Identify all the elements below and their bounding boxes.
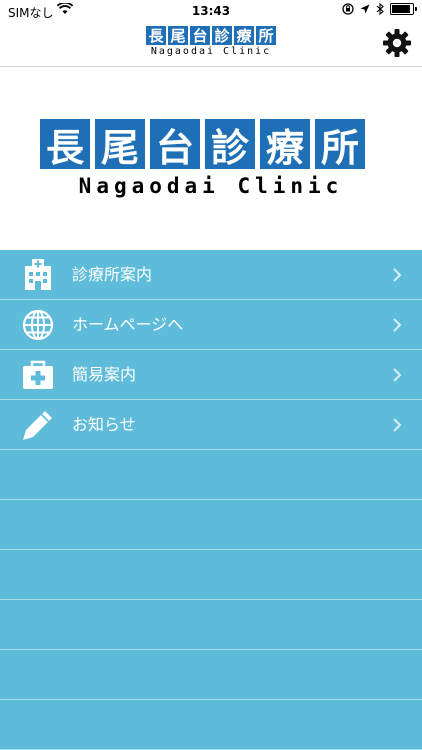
empty-row [0, 600, 422, 650]
globe-icon [22, 309, 54, 341]
chevron-right-icon [393, 268, 402, 282]
menu-item-label: 診療所案内 [72, 265, 153, 284]
empty-row [0, 700, 422, 750]
header-logo-char: 所 [256, 26, 276, 45]
menu-item-label: お知らせ [72, 415, 136, 434]
header-logo-char: 診 [212, 26, 232, 45]
nav-bar: 長 尾 台 診 療 所 Nagaodai Clinic [0, 22, 422, 67]
bluetooth-icon [376, 3, 384, 15]
chevron-right-icon [393, 418, 402, 432]
menu-item-label: 簡易案内 [72, 365, 137, 384]
gear-icon[interactable] [382, 28, 412, 58]
header-logo-char: 台 [190, 26, 210, 45]
menu-item-clinic-info[interactable]: 診療所案内 [0, 250, 422, 300]
menu-item-label: ホームページへ [72, 315, 184, 334]
pencil-icon [23, 411, 52, 440]
empty-row [0, 500, 422, 550]
location-icon [360, 4, 370, 14]
header-logo-subtitle: Nagaodai Clinic [150, 46, 272, 57]
orientation-lock-icon [342, 3, 354, 15]
header-logo-char: 療 [234, 26, 254, 45]
menu-item-homepage[interactable]: ホームページへ [0, 300, 422, 350]
header-logo-char: 長 [146, 26, 166, 45]
hero-logo-char: 尾 [95, 119, 145, 170]
header-logo: 長 尾 台 診 療 所 Nagaodai Clinic [0, 26, 422, 57]
first-aid-kit-icon [23, 360, 53, 389]
hero-logo-char: 診 [205, 119, 255, 170]
header-logo-char: 尾 [168, 26, 188, 45]
menu-item-quick-guide[interactable]: 簡易案内 [0, 350, 422, 400]
chevron-right-icon [393, 318, 402, 332]
header-logo-kanji: 長 尾 台 診 療 所 [146, 26, 276, 45]
battery-icon [390, 3, 417, 15]
hero-logo-char: 療 [260, 119, 310, 170]
empty-row [0, 650, 422, 700]
menu-item-news[interactable]: お知らせ [0, 400, 422, 450]
hero-logo-char: 台 [150, 119, 200, 170]
empty-row [0, 450, 422, 500]
empty-row [0, 550, 422, 600]
hero-logo-char: 所 [315, 119, 365, 170]
hero-logo-kanji: 長 尾 台 診 療 所 [40, 119, 365, 170]
hospital-icon [25, 259, 51, 290]
chevron-right-icon [393, 368, 402, 382]
status-icons [342, 3, 417, 15]
hero-logo-subtitle: Nagaodai Clinic [78, 174, 344, 198]
hero-logo: 長 尾 台 診 療 所 Nagaodai Clinic [0, 67, 422, 250]
hero-logo-char: 長 [40, 119, 90, 170]
menu-list: 診療所案内 ホームページへ 簡易案内 お知らせ [0, 250, 422, 750]
status-bar: SIMなし 13:43 [0, 0, 422, 22]
